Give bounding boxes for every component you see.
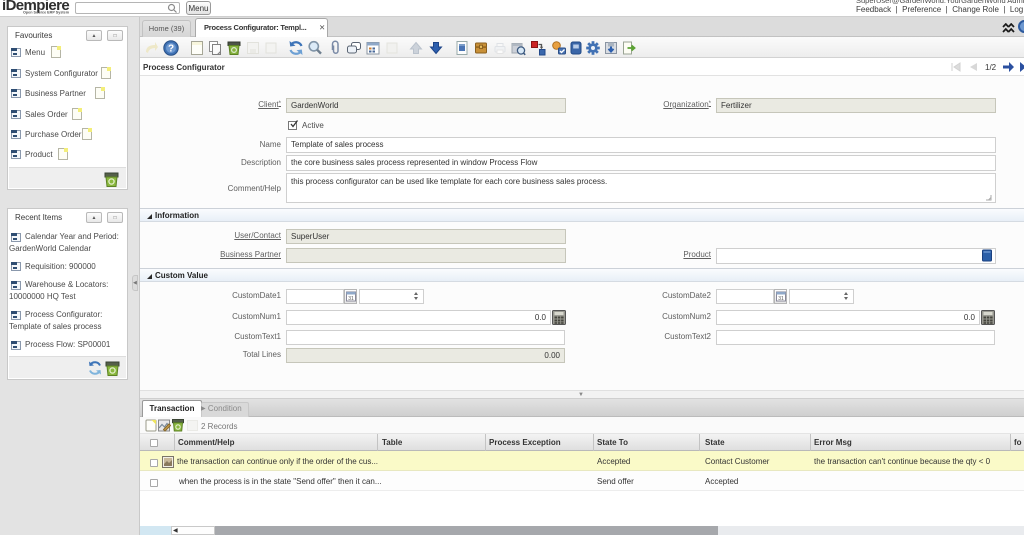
- svg-text:31: 31: [778, 296, 784, 302]
- svg-text:?: ?: [168, 44, 174, 55]
- svg-text:31: 31: [348, 296, 354, 302]
